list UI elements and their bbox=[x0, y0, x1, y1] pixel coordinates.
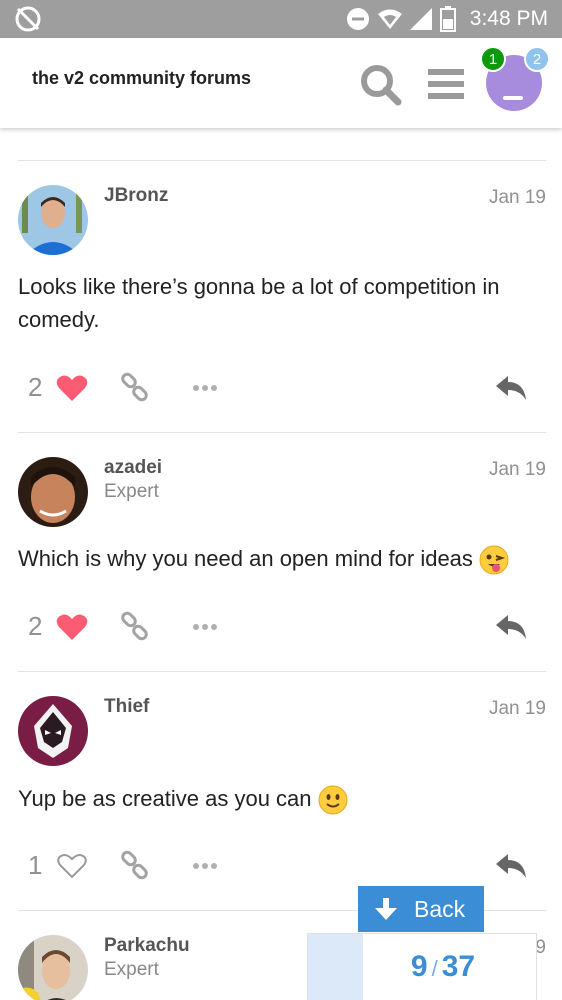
user-title: Expert bbox=[104, 481, 159, 502]
current-post-number: 9 bbox=[410, 950, 428, 983]
more-options-icon[interactable] bbox=[192, 384, 218, 392]
avatar-placeholder-mark bbox=[503, 96, 523, 100]
battery-icon bbox=[439, 6, 456, 32]
site-header: the v2 community forums bbox=[0, 38, 562, 128]
azadei-avatar-image bbox=[18, 457, 88, 527]
wifi-icon bbox=[377, 9, 402, 29]
post-divider bbox=[18, 671, 546, 672]
do-not-disturb-icon bbox=[346, 8, 369, 30]
avatar[interactable] bbox=[18, 696, 88, 766]
avatar[interactable] bbox=[18, 935, 88, 1000]
signal-icon bbox=[409, 8, 432, 30]
username[interactable]: Parkachu bbox=[104, 935, 190, 957]
post-actions: 2 bbox=[0, 368, 562, 408]
site-title[interactable]: the v2 community forums bbox=[32, 68, 251, 89]
avatar[interactable] bbox=[18, 457, 88, 527]
hamburger-menu-icon[interactable] bbox=[426, 66, 466, 102]
topic-progress[interactable]: 9/37 bbox=[307, 933, 537, 1000]
avatar[interactable] bbox=[18, 185, 88, 255]
like-count[interactable]: 1 bbox=[28, 850, 42, 881]
like-count[interactable]: 2 bbox=[28, 611, 42, 642]
username[interactable]: Thief bbox=[104, 696, 149, 718]
heart-outline-icon[interactable] bbox=[56, 852, 88, 880]
username[interactable]: azadei bbox=[104, 457, 162, 479]
status-bar: 3:48 PM bbox=[0, 0, 562, 38]
total-posts-number: 37 bbox=[441, 950, 476, 983]
messages-badge[interactable]: 2 bbox=[524, 46, 550, 72]
slight-smile-emoji-icon bbox=[318, 785, 348, 815]
notifications-badge[interactable]: 1 bbox=[480, 46, 506, 72]
link-icon[interactable] bbox=[120, 850, 150, 880]
post-actions: 2 bbox=[0, 607, 562, 647]
heart-filled-icon[interactable] bbox=[56, 374, 88, 402]
reply-icon[interactable] bbox=[494, 852, 528, 880]
progress-text: 9/37 bbox=[308, 950, 536, 984]
search-icon[interactable] bbox=[358, 62, 402, 106]
back-button-label: Back bbox=[414, 896, 466, 922]
more-options-icon[interactable] bbox=[192, 623, 218, 631]
parkachu-avatar-image bbox=[18, 935, 88, 1000]
post-body-line: Which is why you need an open mind for i… bbox=[18, 542, 548, 575]
post-actions: 1 bbox=[0, 846, 562, 886]
thief-avatar-image bbox=[18, 696, 88, 766]
post-date[interactable]: Jan 19 bbox=[489, 187, 546, 209]
more-options-icon[interactable] bbox=[192, 862, 218, 870]
back-button[interactable]: Back bbox=[358, 886, 484, 932]
reply-icon[interactable] bbox=[494, 374, 528, 402]
post-divider bbox=[18, 432, 546, 433]
like-count[interactable]: 2 bbox=[28, 372, 42, 403]
link-icon[interactable] bbox=[120, 372, 150, 402]
link-icon[interactable] bbox=[120, 611, 150, 641]
post-body-line: Yup be as creative as you can bbox=[18, 782, 548, 815]
status-time: 3:48 PM bbox=[469, 7, 548, 30]
post-divider bbox=[18, 160, 546, 161]
post-body: Looks like there’s gonna be a lot of com… bbox=[18, 274, 500, 332]
post-date[interactable]: Jan 19 bbox=[489, 459, 546, 481]
post-date[interactable]: Jan 19 bbox=[489, 698, 546, 720]
jbronz-avatar-image bbox=[18, 185, 88, 255]
winking-tongue-emoji-icon bbox=[479, 545, 509, 575]
arrow-down-icon bbox=[375, 898, 397, 920]
heart-filled-icon[interactable] bbox=[56, 613, 88, 641]
no-sync-icon bbox=[15, 6, 41, 32]
reply-icon[interactable] bbox=[494, 613, 528, 641]
user-title: Expert bbox=[104, 959, 159, 980]
progress-separator: / bbox=[431, 956, 438, 981]
post-body: Yup be as creative as you can bbox=[18, 786, 312, 811]
username[interactable]: JBronz bbox=[104, 185, 168, 207]
post-body: Which is why you need an open mind for i… bbox=[18, 546, 473, 571]
